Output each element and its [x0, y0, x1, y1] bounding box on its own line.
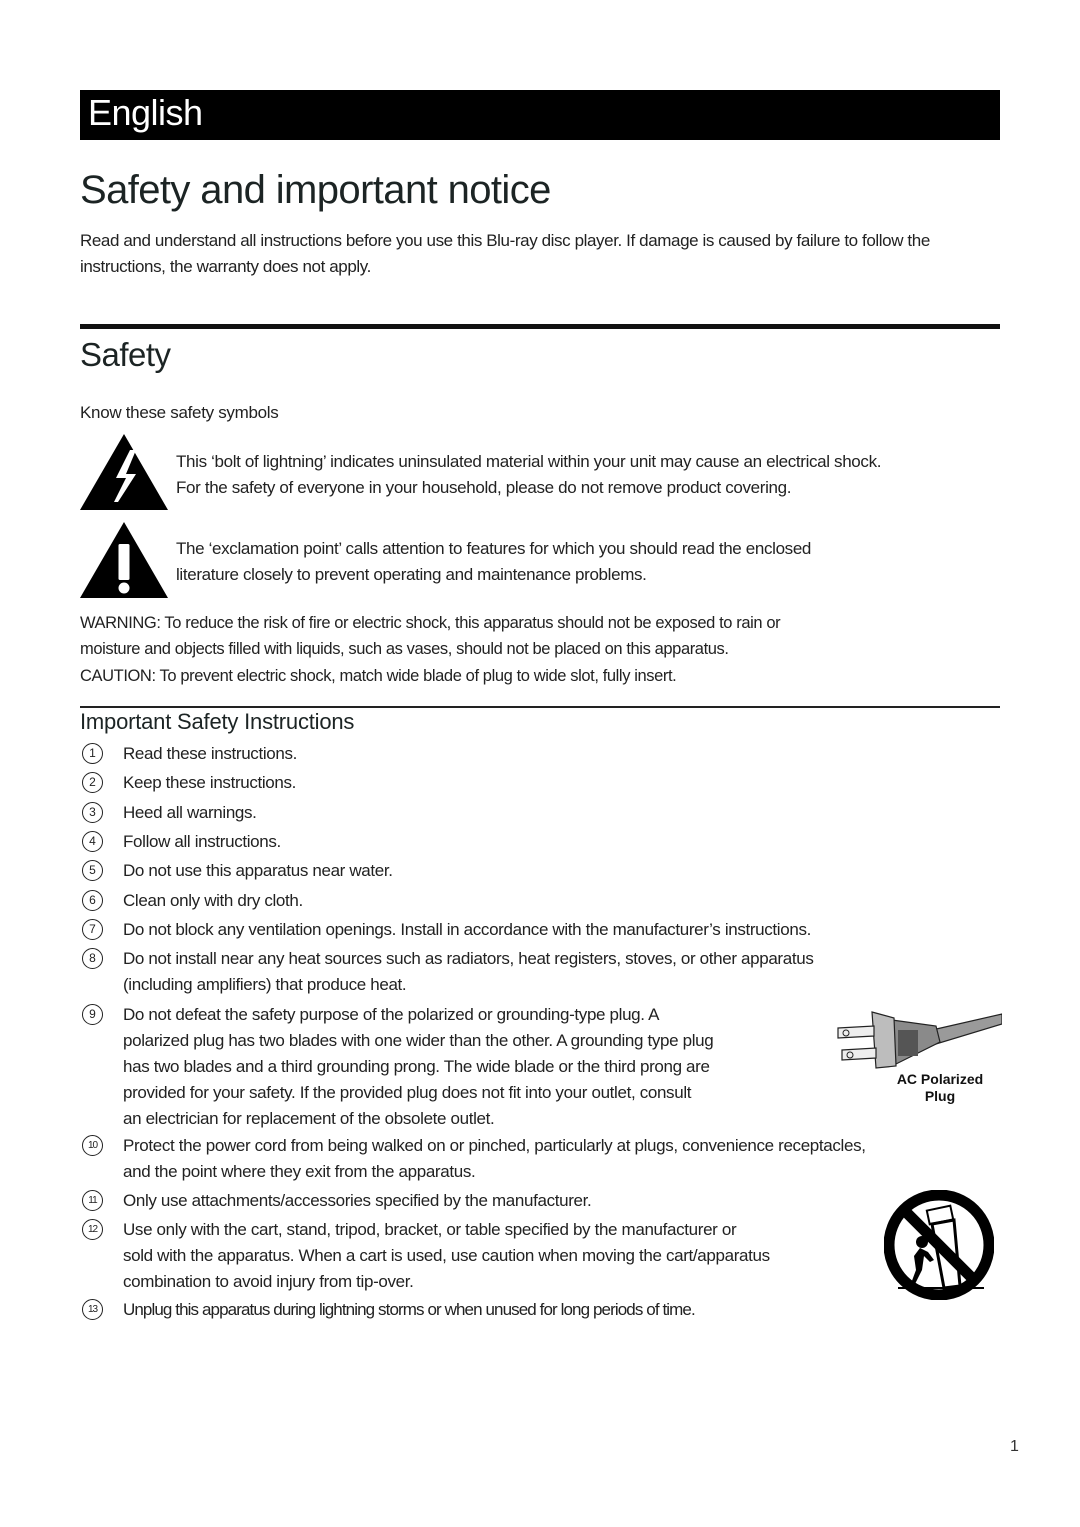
- section-divider: [80, 324, 1000, 329]
- warning-label: WARNING:: [80, 614, 161, 632]
- item-text: Do not install near any heat sources suc…: [123, 946, 814, 998]
- instruction-item: 4 Follow all instructions.: [80, 829, 1005, 855]
- item-number-badge: 11: [82, 1190, 103, 1211]
- exclamation-symbol-text: The ‘exclamation point’ calls attention …: [176, 536, 1006, 588]
- ac-polarized-plug-icon: [837, 1011, 1002, 1069]
- instruction-item: 5 Do not use this apparatus near water.: [80, 858, 1005, 884]
- item-text-line: Do not block any ventilation openings. I…: [123, 920, 811, 939]
- warning-line-1: WARNING: To reduce the risk of fire or e…: [80, 610, 1005, 636]
- lightning-symbol-text: This ‘bolt of lightning’ indicates unins…: [176, 449, 1006, 501]
- instruction-item: 8 Do not install near any heat sources su…: [80, 946, 1005, 998]
- subsection-divider: [80, 706, 1000, 708]
- exclamation-line-1: The ‘exclamation point’ calls attention …: [176, 539, 812, 558]
- cart-tip-over-warning-icon: [884, 1190, 994, 1300]
- instruction-item: 6 Clean only with dry cloth.: [80, 888, 1005, 914]
- item-text-line: Do not defeat the safety purpose of the …: [123, 1005, 660, 1024]
- plug-label: AC Polarized Plug: [880, 1071, 1000, 1105]
- item-text: Clean only with dry cloth.: [123, 888, 303, 914]
- instruction-item: 13 Unplug this apparatus during lightning…: [80, 1297, 1005, 1323]
- item-text-line: Follow all instructions.: [123, 832, 281, 851]
- item-text-line: Heed all warnings.: [123, 803, 257, 822]
- item-text: Read these instructions.: [123, 741, 297, 767]
- warning-notice: WARNING: To reduce the risk of fire or e…: [80, 610, 1005, 662]
- item-text-line: Use only with the cart, stand, tripod, b…: [123, 1220, 737, 1239]
- instruction-item: 11 Only use attachments/accessories speci…: [80, 1188, 1005, 1214]
- exclamation-line-2: literature closely to prevent operating …: [176, 565, 647, 584]
- item-number-badge: 1: [82, 743, 103, 764]
- lightning-line-1: This ‘bolt of lightning’ indicates unins…: [176, 452, 882, 471]
- warning-text-1: To reduce the risk of fire or electric s…: [160, 614, 781, 632]
- item-number-badge: 9: [82, 1004, 103, 1025]
- item-number-badge: 12: [82, 1219, 103, 1240]
- language-header-bar: English: [80, 90, 1000, 140]
- item-text-line: provided for your safety. If the provide…: [123, 1083, 692, 1102]
- item-number-badge: 6: [82, 890, 103, 911]
- item-text: Protect the power cord from being walked…: [123, 1133, 866, 1185]
- item-text-line: has two blades and a third grounding pro…: [123, 1057, 710, 1076]
- item-text: Do not use this apparatus near water.: [123, 858, 393, 884]
- instruction-item: 2 Keep these instructions.: [80, 770, 1005, 796]
- item-number-badge: 3: [82, 802, 103, 823]
- item-text-line: Unplug this apparatus during lightning s…: [123, 1300, 696, 1319]
- item-text-line: Protect the power cord from being walked…: [123, 1136, 866, 1155]
- item-text-line: and the point where they exit from the a…: [123, 1162, 476, 1181]
- instruction-item: 1 Read these instructions.: [80, 741, 1005, 767]
- lightning-line-2: For the safety of everyone in your house…: [176, 478, 792, 497]
- item-text: Only use attachments/accessories specifi…: [123, 1188, 592, 1214]
- item-text-line: sold with the apparatus. When a cart is …: [123, 1246, 770, 1265]
- item-number-badge: 2: [82, 772, 103, 793]
- item-text-line: Do not use this apparatus near water.: [123, 861, 393, 880]
- instruction-item: 10 Protect the power cord from being walk…: [80, 1133, 1005, 1185]
- item-number-badge: 5: [82, 860, 103, 881]
- instruction-item: 3 Heed all warnings.: [80, 800, 1005, 826]
- section-title-safety: Safety: [80, 336, 171, 373]
- item-text-line: Keep these instructions.: [123, 773, 297, 792]
- item-text: Heed all warnings.: [123, 800, 257, 826]
- instruction-item: 12 Use only with the cart, stand, tripod,…: [80, 1217, 1005, 1295]
- instruction-item: 7 Do not block any ventilation openings. …: [80, 917, 1005, 943]
- item-text-line: polarized plug has two blades with one w…: [123, 1031, 714, 1050]
- item-text: Follow all instructions.: [123, 829, 281, 855]
- item-text-line: Only use attachments/accessories specifi…: [123, 1191, 592, 1210]
- item-text: Do not defeat the safety purpose of the …: [123, 1002, 714, 1132]
- item-text-line: (including amplifiers) that produce heat…: [123, 975, 407, 994]
- symbols-intro: Know these safety symbols: [80, 403, 279, 422]
- item-text-line: Do not install near any heat sources suc…: [123, 949, 814, 968]
- page-title: Safety and important notice: [80, 168, 551, 212]
- plug-label-line-2: Plug: [924, 1088, 956, 1104]
- item-text: Use only with the cart, stand, tripod, b…: [123, 1217, 770, 1295]
- item-text-line: an electrician for replacement of the ob…: [123, 1109, 495, 1128]
- lightning-warning-icon: [80, 434, 168, 510]
- intro-text: Read and understand all instructions bef…: [80, 231, 930, 276]
- language-header: English: [88, 92, 203, 133]
- caution-text: To prevent electric shock, match wide bl…: [155, 667, 677, 685]
- page-number: 1: [1010, 1438, 1019, 1455]
- warning-text-2: moisture and objects filled with liquids…: [80, 640, 729, 658]
- item-number-badge: 13: [82, 1299, 103, 1320]
- item-text: Keep these instructions.: [123, 770, 296, 796]
- item-text: Do not block any ventilation openings. I…: [123, 917, 811, 943]
- plug-label-line-1: AC Polarized: [896, 1071, 984, 1087]
- caution-notice: CAUTION: To prevent electric shock, matc…: [80, 663, 1005, 689]
- item-number-badge: 7: [82, 919, 103, 940]
- subsection-title-instructions: Important Safety Instructions: [80, 709, 355, 734]
- item-number-badge: 8: [82, 948, 103, 969]
- item-text-line: combination to avoid injury from tip-ove…: [123, 1272, 414, 1291]
- item-number-badge: 4: [82, 831, 103, 852]
- caution-label: CAUTION:: [80, 667, 156, 685]
- item-number-badge: 10: [82, 1135, 103, 1156]
- item-text-line: Clean only with dry cloth.: [123, 891, 303, 910]
- item-text: Unplug this apparatus during lightning s…: [123, 1297, 696, 1323]
- exclamation-warning-icon: [80, 522, 168, 598]
- item-text-line: Read these instructions.: [123, 744, 297, 763]
